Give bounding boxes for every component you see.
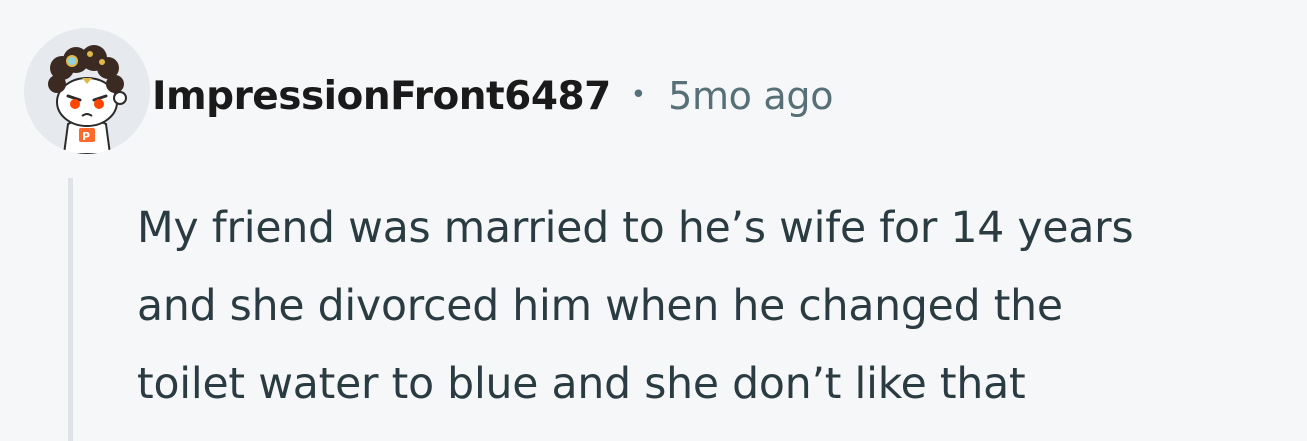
svg-text:P: P xyxy=(82,130,90,143)
author-name[interactable]: ImpressionFront6487 xyxy=(152,74,611,119)
thread-line[interactable] xyxy=(68,178,73,441)
comment-timestamp[interactable]: 5mo ago xyxy=(668,74,833,118)
user-avatar[interactable]: P xyxy=(24,28,150,154)
comment: P ImpressionFront6487 • 5mo ago My frien… xyxy=(0,0,1307,441)
comment-meta: ImpressionFront6487 • 5mo ago xyxy=(152,66,833,126)
comment-body-line: and she divorced him when he changed the xyxy=(137,282,1063,331)
comment-body-line: toilet water to blue and she don’t like … xyxy=(137,360,1026,409)
comment-body: My friend was married to he’s wife for 1… xyxy=(137,190,1302,424)
meta-separator: • xyxy=(630,80,647,110)
comment-body-line: My friend was married to he’s wife for 1… xyxy=(137,204,1134,253)
snoo-avatar-icon: P xyxy=(24,28,150,154)
